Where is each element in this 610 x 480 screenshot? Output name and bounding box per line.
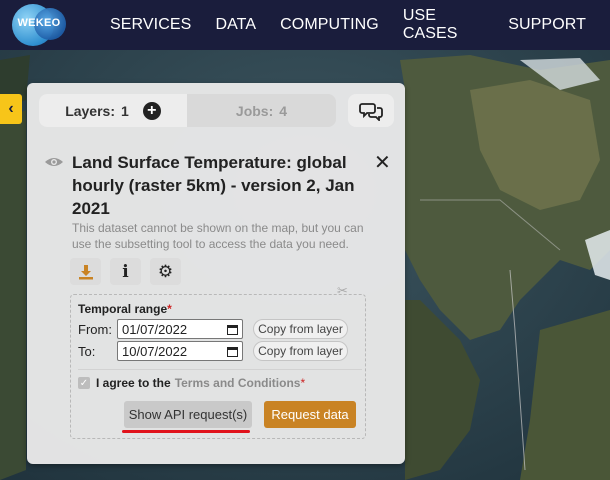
tab-jobs[interactable]: Jobs: 4	[187, 94, 336, 127]
nav-item-use-cases[interactable]: USE CASES	[403, 7, 484, 43]
tab-layers[interactable]: Layers: 1 +	[39, 94, 187, 127]
copy-from-layer-button[interactable]: Copy from layer	[253, 341, 348, 361]
main-nav: SERVICES DATA COMPUTING USE CASES SUPPOR…	[110, 0, 610, 50]
nav-item-data[interactable]: DATA	[215, 16, 256, 34]
add-layer-icon[interactable]: +	[142, 101, 161, 120]
to-date-input[interactable]: 10/07/2022	[117, 341, 243, 361]
gear-icon: ⚙	[157, 261, 174, 281]
chat-bubbles-icon	[359, 102, 383, 121]
show-api-request-button[interactable]: Show API request(s)	[124, 401, 252, 428]
terms-agreement: ✓ I agree to the Terms and Conditions *	[78, 376, 305, 390]
tab-layers-label: Layers:	[65, 102, 115, 119]
info-button[interactable]: i	[110, 258, 141, 285]
red-highlight-underline	[122, 430, 250, 433]
settings-button[interactable]: ⚙	[150, 258, 181, 285]
agree-text: I agree to the	[96, 376, 171, 390]
copy-from-layer-button[interactable]: Copy from layer	[253, 319, 348, 339]
dataset-note: This dataset cannot be shown on the map,…	[72, 221, 364, 251]
to-date-value: 10/07/2022	[122, 343, 188, 359]
chat-button[interactable]	[348, 94, 394, 127]
nav-item-support[interactable]: SUPPORT	[508, 16, 586, 34]
temporal-range-label: Temporal range*	[78, 302, 172, 316]
from-date-value: 01/07/2022	[122, 321, 188, 337]
tab-jobs-label: Jobs:	[235, 102, 274, 119]
nav-item-services[interactable]: SERVICES	[110, 16, 191, 34]
required-mark: *	[300, 376, 306, 390]
collapse-panel-button[interactable]: ‹	[0, 94, 22, 124]
to-label: To:	[78, 344, 96, 359]
download-icon	[78, 264, 93, 279]
wekeo-logo[interactable]: WEKEO	[12, 4, 66, 46]
logo-text: WEKEO	[17, 17, 61, 29]
from-label: From:	[78, 322, 112, 337]
calendar-icon[interactable]	[227, 346, 238, 357]
close-icon[interactable]: ✕	[374, 150, 391, 175]
agree-checkbox[interactable]: ✓	[78, 377, 90, 389]
download-button[interactable]	[70, 258, 101, 285]
dataset-title: Land Surface Temperature: global hourly …	[72, 153, 355, 218]
request-data-button[interactable]: Request data	[264, 401, 356, 428]
divider	[78, 369, 362, 370]
panel-tabs: Layers: 1 + Jobs: 4	[39, 94, 336, 127]
visibility-eye-icon[interactable]	[44, 156, 64, 168]
info-icon: i	[122, 261, 129, 282]
terms-link[interactable]: Terms and Conditions	[175, 376, 301, 390]
from-date-input[interactable]: 01/07/2022	[117, 319, 243, 339]
layers-panel: Layers: 1 + Jobs: 4 Land Surface Tempera…	[27, 83, 405, 464]
calendar-icon[interactable]	[227, 324, 238, 335]
nav-item-computing[interactable]: COMPUTING	[280, 16, 379, 34]
tab-jobs-count: 4	[279, 102, 288, 119]
top-navigation-bar: WEKEO SERVICES DATA COMPUTING USE CASES …	[0, 0, 610, 50]
tab-layers-count: 1	[121, 102, 129, 119]
subsetting-form: Temporal range* From: 01/07/2022 Copy fr…	[70, 294, 366, 439]
